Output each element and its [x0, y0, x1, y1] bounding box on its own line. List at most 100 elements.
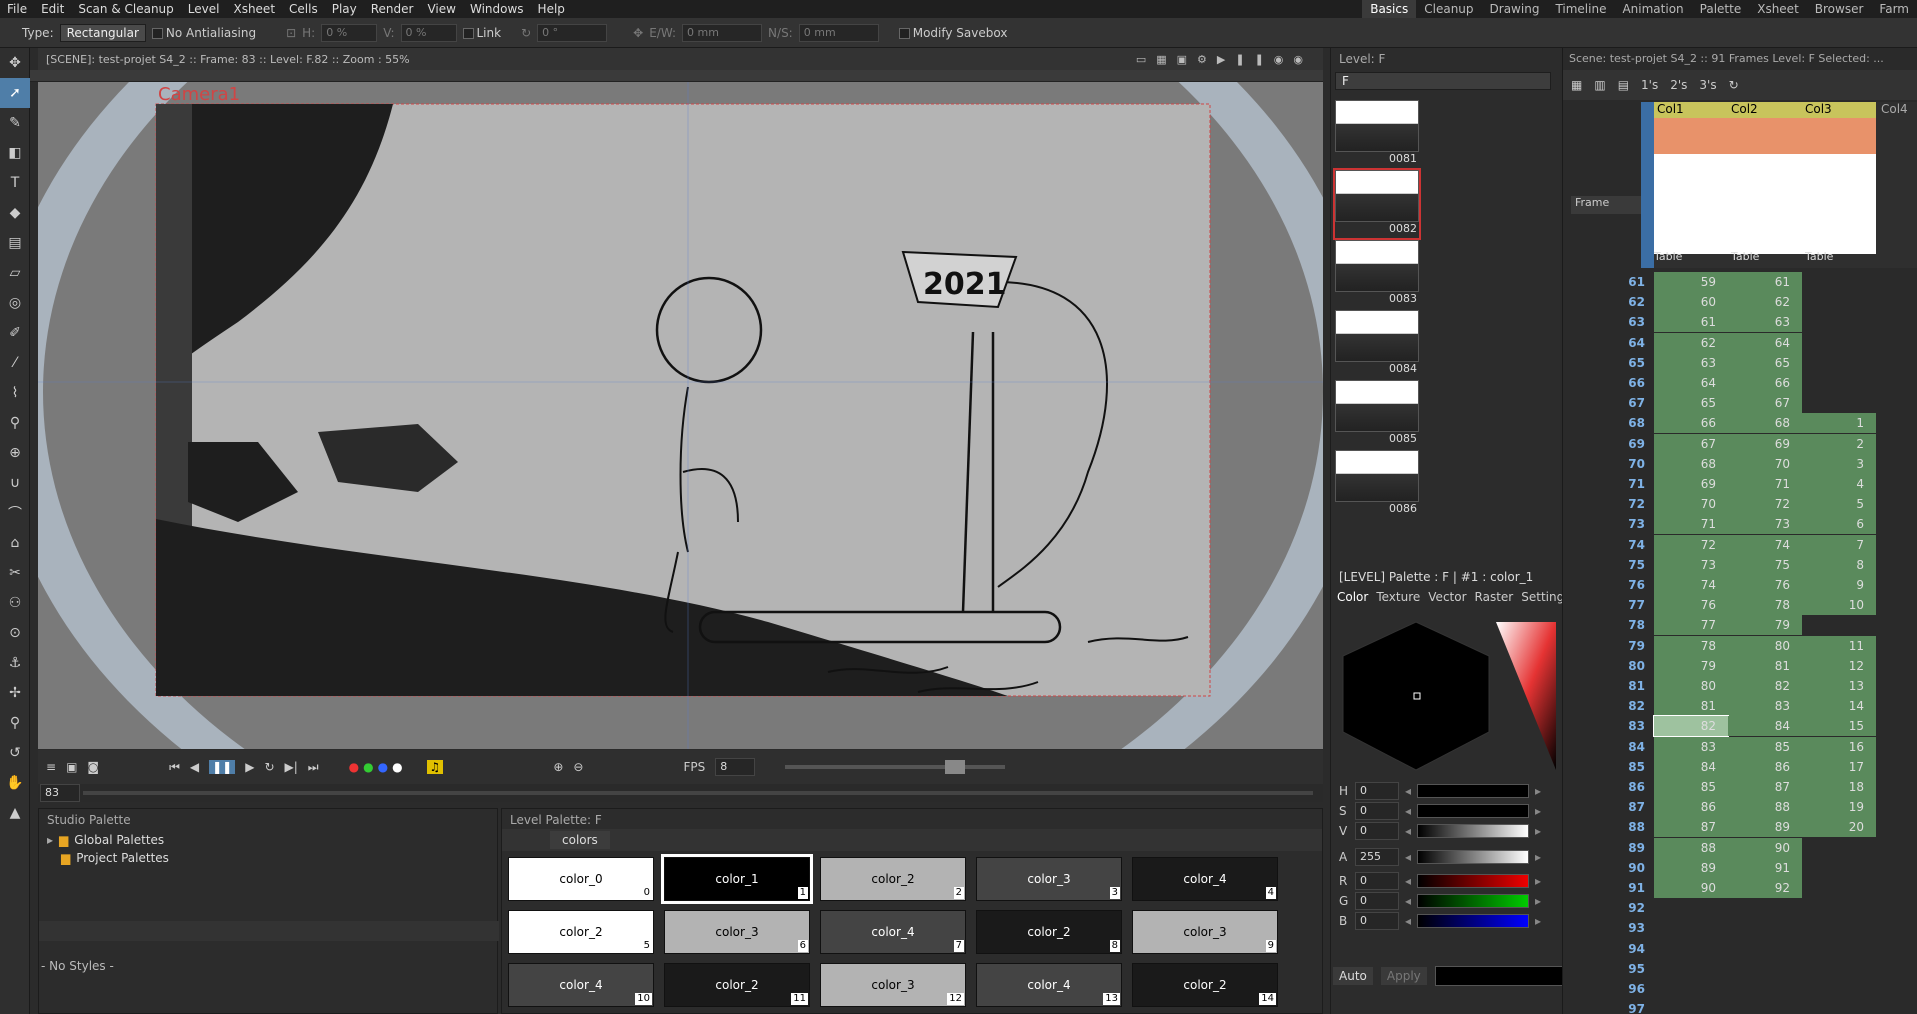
plastic-tool-icon[interactable]: ✢ [0, 678, 30, 708]
room-browser[interactable]: Browser [1807, 0, 1872, 18]
rgb-picker-icon[interactable]: ⁄ [0, 348, 30, 378]
cutter-tool-icon[interactable]: ✂ [0, 558, 30, 588]
xsheet-row[interactable]: 75 73 75 8 [1563, 554, 1917, 575]
palette-chip[interactable]: color_3 12 [820, 963, 966, 1007]
cell[interactable]: 11 [1802, 635, 1876, 656]
toggle2-icon[interactable]: ▥ [1594, 78, 1605, 92]
tab-vector[interactable]: Vector [1428, 590, 1466, 604]
menu-scan-cleanup[interactable]: Scan & Cleanup [71, 2, 180, 16]
cell[interactable]: 17 [1802, 756, 1876, 777]
bender-tool-icon[interactable]: ⌒ [0, 498, 30, 528]
scene-viewer[interactable]: 2021 Camera1 [38, 82, 1323, 749]
channel-slider[interactable] [1417, 850, 1530, 864]
xsheet-row[interactable]: 97 [1563, 999, 1917, 1014]
xsheet-row[interactable]: 71 69 71 4 [1563, 474, 1917, 494]
animate-tool-icon[interactable]: ✥ [0, 48, 30, 78]
channel-slider[interactable] [1417, 874, 1530, 888]
cell[interactable]: 8 [1802, 554, 1876, 575]
menu-help[interactable]: Help [531, 2, 572, 16]
cell[interactable]: 76 [1654, 595, 1728, 616]
room-palette[interactable]: Palette [1692, 0, 1750, 18]
xsheet-row[interactable]: 93 [1563, 918, 1917, 938]
palette-page-tab[interactable]: colors [550, 831, 610, 849]
cell[interactable]: 69 [1728, 433, 1802, 454]
xsheet-row[interactable]: 88 87 89 20 [1563, 817, 1917, 838]
palette-chip[interactable]: color_2 14 [1132, 963, 1278, 1007]
hook-tool-icon[interactable]: ⚓ [0, 648, 30, 678]
xsheet-row[interactable]: 72 70 72 5 [1563, 494, 1917, 515]
channel-slider[interactable] [1417, 914, 1530, 928]
cell[interactable]: 63 [1728, 312, 1802, 333]
cell[interactable]: 12 [1802, 655, 1876, 676]
menu-edit[interactable]: Edit [34, 2, 71, 16]
camera-column[interactable] [1641, 102, 1654, 268]
xsheet-row[interactable]: 83 82 84 15 [1563, 715, 1917, 738]
cell[interactable]: 61 [1728, 272, 1802, 292]
refresh-icon[interactable]: ↻ [1729, 78, 1739, 92]
xsheet-row[interactable]: 86 85 87 18 [1563, 777, 1917, 797]
cell[interactable]: 14 [1802, 696, 1876, 717]
cell[interactable]: 62 [1654, 332, 1728, 353]
xsheet-row[interactable]: 67 65 67 [1563, 393, 1917, 414]
room-basics[interactable]: Basics [1362, 0, 1417, 18]
xsheet-row[interactable]: 91 90 92 [1563, 878, 1917, 898]
col2-header[interactable]: Col2 [1728, 102, 1802, 118]
cell[interactable]: 78 [1728, 595, 1802, 616]
rotate-field[interactable]: 0 ° [537, 23, 608, 42]
loop-icon[interactable]: ↻ [264, 760, 274, 774]
menu-icon[interactable]: ≡ [46, 760, 56, 774]
menu-cells[interactable]: Cells [282, 2, 325, 16]
cell[interactable]: 71 [1654, 514, 1728, 535]
iron-tool-icon[interactable]: ⌂ [0, 528, 30, 558]
palette-chip[interactable]: color_0 0 [508, 857, 654, 901]
level-frame-thumb[interactable]: 0085 [1335, 380, 1419, 448]
control-point-editor-icon[interactable]: ⌇ [0, 378, 30, 408]
palette-chip[interactable]: color_4 4 [1132, 857, 1278, 901]
xsheet-row[interactable]: 79 78 80 11 [1563, 635, 1917, 656]
menu-windows[interactable]: Windows [463, 2, 531, 16]
cell[interactable]: 16 [1802, 736, 1876, 757]
step-1[interactable]: 1's [1641, 78, 1658, 92]
last-frame-icon[interactable]: ⏭ [308, 760, 319, 775]
cell[interactable]: 64 [1728, 332, 1802, 353]
level-frame-thumb[interactable]: 0084 [1335, 310, 1419, 378]
xsheet-row[interactable]: 81 80 82 13 [1563, 676, 1917, 696]
xsheet-row[interactable]: 65 63 65 [1563, 352, 1917, 373]
level-select[interactable]: F [1335, 72, 1551, 90]
auto-button[interactable]: Auto [1333, 967, 1373, 985]
cell[interactable]: 83 [1728, 696, 1802, 717]
palette-chip[interactable]: color_1 1 [661, 854, 813, 904]
cell[interactable]: 82 [1653, 715, 1729, 738]
cell[interactable]: 85 [1654, 777, 1728, 797]
xsheet-row[interactable]: 94 [1563, 939, 1917, 959]
pinch-tool-icon[interactable]: ⚲ [0, 408, 30, 438]
palette-chip[interactable]: color_4 13 [976, 963, 1122, 1007]
tab-color[interactable]: Color [1337, 590, 1368, 604]
cell[interactable]: 80 [1654, 676, 1728, 696]
palette-chip[interactable]: color_2 2 [820, 857, 966, 901]
cell[interactable]: 63 [1654, 352, 1728, 373]
xsheet-row[interactable]: 70 68 70 3 [1563, 453, 1917, 474]
prev-frame-icon[interactable]: ◀ [190, 760, 199, 774]
channel-slider[interactable] [1417, 894, 1530, 908]
cell[interactable]: 4 [1802, 474, 1876, 494]
magnet-tool-icon[interactable]: ∪ [0, 468, 30, 498]
menu-xsheet[interactable]: Xsheet [226, 2, 282, 16]
cell[interactable]: 65 [1654, 393, 1728, 414]
cell[interactable]: 85 [1728, 736, 1802, 757]
toggle-icon[interactable]: ▦ [1571, 78, 1582, 92]
xsheet-row[interactable]: 64 62 64 [1563, 332, 1917, 353]
cell[interactable]: 64 [1654, 373, 1728, 393]
cell[interactable]: 83 [1654, 736, 1728, 757]
cell[interactable]: 88 [1654, 837, 1728, 858]
hand-tool-icon[interactable]: ✋ [0, 768, 30, 798]
room-farm[interactable]: Farm [1871, 0, 1917, 18]
step-3[interactable]: 3's [1699, 78, 1716, 92]
channel-field[interactable]: 0 [1355, 912, 1399, 930]
global-palettes-item[interactable]: ▸ ▆ Global Palettes [39, 831, 497, 849]
cell[interactable]: 78 [1654, 635, 1728, 656]
col4-header[interactable]: Col4 [1878, 102, 1917, 118]
menu-view[interactable]: View [420, 2, 462, 16]
skeleton-tool-icon[interactable]: ⚇ [0, 588, 30, 618]
channel-field[interactable]: 0 [1355, 892, 1399, 910]
